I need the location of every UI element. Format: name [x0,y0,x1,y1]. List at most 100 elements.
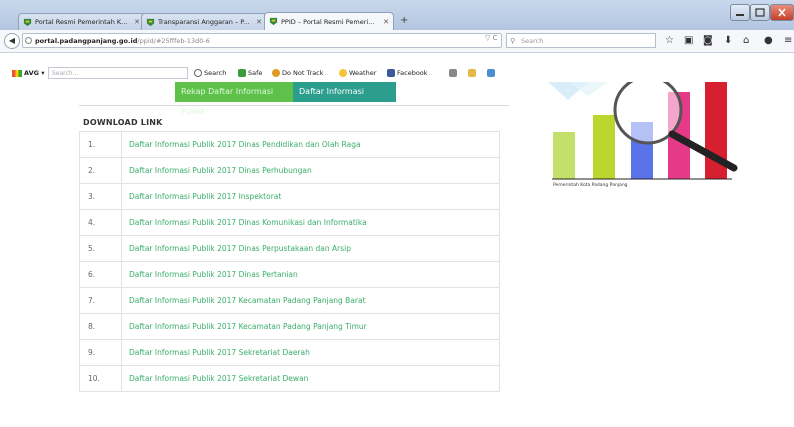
shield-icon [238,69,246,77]
globe-icon [25,37,32,44]
table-row: 1. Daftar Informasi Publik 2017 Dinas Pen… [79,131,500,158]
download-link-heading: DOWNLOAD LINK [83,118,163,127]
row-number: 3. [79,183,122,210]
download-link[interactable]: Daftar Informasi Publik 2017 Dinas Perpu… [121,235,500,262]
image-icon [487,69,495,77]
close-tab-icon[interactable]: ✕ [256,18,262,26]
download-link[interactable]: Daftar Informasi Publik 2017 Dinas Komun… [121,209,500,236]
search-icon [194,69,202,77]
download-link[interactable]: Daftar Informasi Publik 2017 Dinas Perta… [121,261,500,288]
site-favicon-icon [269,17,278,26]
avg-item-label: Search [204,69,227,77]
minimize-icon [736,14,744,16]
avg-facebook-button[interactable]: Facebook [387,69,428,77]
table-row: 3. Daftar Informasi Publik 2017 Inspektor… [79,183,500,210]
avg-mail-button[interactable] [449,69,459,77]
avg-item-label: Facebook [397,69,428,77]
download-link[interactable]: Daftar Informasi Publik 2017 Kecamatan P… [121,313,500,340]
table-row: 8. Daftar Informasi Publik 2017 Kecamatan… [79,313,500,340]
avg-image-button[interactable] [487,69,497,77]
download-link[interactable]: Daftar Informasi Publik 2017 Sekretariat… [121,339,500,366]
row-number: 7. [79,287,122,314]
tab-label: Transparansi Anggaran – P... [158,18,250,26]
browser-tab-strip: Portal Resmi Pemerintah K... ✕ Transpara… [0,0,794,30]
table-row: 9. Daftar Informasi Publik 2017 Sekretari… [79,339,500,366]
download-icon[interactable]: ⬇ [724,35,732,47]
new-tab-button[interactable]: + [400,15,408,26]
sidebar-caption: Pemerintah Kota Padang Panjang [553,182,628,188]
avg-weather-button[interactable]: Weather [339,69,376,77]
download-link[interactable]: Daftar Informasi Publik 2017 Inspektorat [121,183,500,210]
home-icon[interactable]: ⌂ [743,35,749,47]
facebook-icon [387,69,395,77]
browser-tab[interactable]: Portal Resmi Pemerintah K... ✕ [18,13,145,30]
download-link[interactable]: Daftar Informasi Publik 2017 Sekretariat… [121,365,500,392]
row-number: 8. [79,313,122,340]
tab-label: PPID – Portal Resmi Pemeri... [281,17,375,26]
download-link[interactable]: Daftar Informasi Publik 2017 Dinas Perhu… [121,157,500,184]
magnifier-bar-illustration: Pemerintah Kota Padang Panjang [548,75,738,188]
download-link[interactable]: Daftar Informasi Publik 2017 Kecamatan P… [121,287,500,314]
browser-search-input[interactable]: ⚲ Search [506,33,656,48]
weather-icon [339,69,347,77]
bookmarks-icon[interactable]: ▣ [684,35,693,47]
avg-brand[interactable]: AVG ▾ [12,69,45,77]
mail-icon [449,69,457,77]
back-arrow-icon: ◀ [8,36,16,45]
close-tab-icon[interactable]: ✕ [383,18,389,26]
table-row: 10. Daftar Informasi Publik 2017 Sekretar… [79,365,500,392]
table-row: 4. Daftar Informasi Publik 2017 Dinas Kom… [79,209,500,236]
avg-safe-button[interactable]: Safe [238,69,262,77]
row-number: 5. [79,235,122,262]
avg-item-label: Weather [349,69,377,77]
illustration-bar [593,115,615,179]
table-row: 6. Daftar Informasi Publik 2017 Dinas Per… [79,261,500,288]
minimize-button[interactable] [730,4,750,21]
star-icon[interactable]: ☆ [665,35,674,47]
tab-rekap-daftar-informasi-publik[interactable]: Rekap Daftar Informasi Publik [175,82,293,116]
row-number: 6. [79,261,122,288]
edit-icon [468,69,476,77]
table-row: 7. Daftar Informasi Publik 2017 Kecamatan… [79,287,500,314]
search-icon: ⚲ [510,37,516,45]
close-window-button[interactable] [770,4,794,21]
browser-tab-active[interactable]: PPID – Portal Resmi Pemeri... ✕ [264,12,394,30]
tab-daftar-informasi-publik[interactable]: Daftar Informasi Publik [293,82,396,116]
row-number: 2. [79,157,122,184]
maximize-button[interactable] [750,4,770,21]
chevron-down-icon: ▾ [41,69,45,77]
close-icon [778,8,786,17]
download-link[interactable]: Daftar Informasi Publik 2017 Dinas Pendi… [121,131,500,158]
download-link-table: 1. Daftar Informasi Publik 2017 Dinas Pen… [79,131,500,392]
back-button[interactable]: ◀ [4,33,20,49]
browser-tab[interactable]: Transparansi Anggaran – P... ✕ [141,13,267,30]
tab-label: Portal Resmi Pemerintah K... [35,18,128,26]
row-number: 1. [79,131,122,158]
url-path: /ppid/#25fffeb-13d0-6 [137,37,210,45]
sidebar-illustration: Pemerintah Kota Padang Panjang [548,75,738,192]
avg-item-label: Safe [248,69,263,77]
row-number: 10. [79,365,122,392]
avg-logo-icon [12,69,22,77]
eye-icon [272,69,280,77]
pocket-icon[interactable]: ◙ [703,35,713,47]
avg-edit-button[interactable] [468,69,478,77]
site-favicon-icon [23,18,32,26]
avg-do-not-track-button[interactable]: Do Not Track [272,69,324,77]
chat-icon[interactable]: ● [764,35,773,47]
site-favicon-icon [146,18,155,26]
reload-button[interactable]: ▽ C [485,34,498,42]
avg-search-placeholder: Search... [52,70,79,77]
navigation-bar: ◀ portal.padangpanjang.go.id/ppid/#25fff… [0,30,794,53]
close-tab-icon[interactable]: ✕ [134,18,140,26]
maximize-icon [755,8,765,17]
avg-search-button[interactable]: Search [194,69,226,77]
url-host: portal.padangpanjang.go.id [35,37,138,45]
url-bar[interactable]: portal.padangpanjang.go.id/ppid/#25fffeb… [22,33,502,48]
table-row: 2. Daftar Informasi Publik 2017 Dinas Per… [79,157,500,184]
row-number: 4. [79,209,122,236]
menu-icon[interactable]: ≡ [784,35,792,47]
row-number: 9. [79,339,122,366]
avg-search-input[interactable]: Search... [48,67,188,79]
avg-toolbar: AVG ▾ Search... Search Safe Do Not Track… [0,64,794,84]
